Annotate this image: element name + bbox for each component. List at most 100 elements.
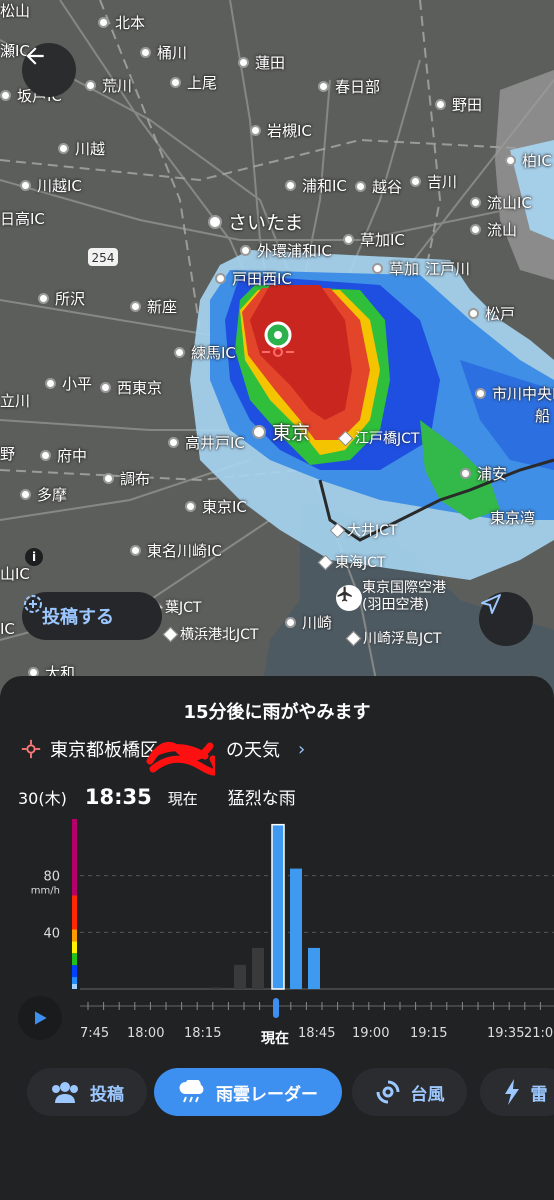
timeline-tick-label: 19:35 bbox=[487, 1026, 525, 1041]
map-place-label: 東京 bbox=[252, 418, 310, 445]
jct-name: 横浜港北JCT bbox=[180, 627, 259, 643]
map-place-label: 練馬IC bbox=[174, 342, 236, 363]
map-edge-label: 船 bbox=[535, 407, 551, 425]
place-name: 東京 bbox=[272, 422, 311, 444]
post-button[interactable]: 投稿する bbox=[22, 592, 162, 640]
place-name: 練馬IC bbox=[191, 344, 236, 362]
timeline-tick-label: 18:45 bbox=[298, 1026, 336, 1041]
jct-diamond-icon bbox=[337, 430, 354, 446]
place-name: 浦安 bbox=[477, 465, 508, 483]
map-place-label: 所沢 bbox=[38, 288, 85, 309]
map-edge-label: 立川 bbox=[0, 392, 31, 410]
map-place-label: 東名川崎IC bbox=[130, 540, 222, 561]
time-row: 30(木) 18:35 現在 猛烈な雨 bbox=[18, 784, 296, 809]
map-jct-label: 江戸橋JCT bbox=[337, 428, 419, 448]
jct-name: 大井JCT bbox=[347, 523, 398, 539]
arrow-left-icon bbox=[26, 47, 44, 65]
place-dot-icon bbox=[355, 181, 366, 192]
bottom-tabs: 投稿 雨雲レーダー 台風 雷 bbox=[0, 1068, 554, 1120]
place-dot-icon bbox=[505, 155, 516, 166]
map-place-label: 野田 bbox=[435, 94, 482, 115]
scale-segment bbox=[72, 983, 77, 989]
info-icon[interactable]: i bbox=[25, 548, 43, 566]
rain-bar bbox=[234, 964, 246, 989]
scale-segment bbox=[72, 941, 77, 954]
jct-diamond-icon bbox=[162, 626, 179, 642]
place-dot-icon bbox=[100, 382, 111, 393]
redaction-scribble bbox=[146, 741, 215, 776]
place-dot-icon bbox=[140, 47, 151, 58]
map-edge-label: IC bbox=[0, 620, 15, 638]
navigation-arrow-icon bbox=[481, 594, 501, 614]
map-place-label: 越谷 bbox=[355, 176, 402, 197]
rain-cloud-icon bbox=[178, 1080, 206, 1104]
place-dot-icon bbox=[208, 214, 222, 229]
current-location-button[interactable] bbox=[479, 592, 533, 646]
place-name: 外環浦和IC bbox=[257, 242, 332, 260]
chevron-right-icon: › bbox=[298, 738, 306, 760]
place-dot-icon bbox=[170, 77, 181, 88]
place-dot-icon bbox=[98, 17, 109, 28]
timeline-tick-label: 19:00 bbox=[352, 1026, 390, 1041]
map-place-label: 岩槻IC bbox=[250, 120, 312, 141]
map-place-label: 春日部 bbox=[318, 76, 380, 97]
timeline-tick-label: 現在 bbox=[261, 1031, 289, 1047]
place-dot-icon bbox=[130, 545, 141, 556]
map-place-label: 調布 bbox=[103, 468, 150, 489]
jct-name: 川崎浮島JCT bbox=[363, 631, 442, 647]
place-dot-icon bbox=[215, 273, 226, 284]
place-name: さいたま bbox=[228, 212, 304, 234]
tab-lightning[interactable]: 雷 bbox=[480, 1068, 554, 1116]
tab-label: 雨雲レーダー bbox=[216, 1084, 318, 1105]
map-place-label: 北本 bbox=[98, 12, 145, 33]
back-button[interactable] bbox=[22, 43, 76, 97]
place-name: 江戸川 bbox=[425, 260, 471, 278]
place-name: 高井戸IC bbox=[185, 434, 245, 452]
place-name: 岩槻IC bbox=[267, 122, 312, 140]
timeline-tick-label: 18:15 bbox=[184, 1026, 222, 1041]
people-icon bbox=[50, 1081, 80, 1103]
typhoon-icon bbox=[375, 1079, 401, 1105]
place-dot-icon bbox=[460, 468, 471, 479]
route-number: 254 bbox=[92, 251, 115, 265]
date-label: 30(木) bbox=[18, 789, 67, 808]
weather-bottom-sheet: 15分後に雨がやみます 東京都板橋区 の天気 › 30(木) 18:35 現在 … bbox=[0, 676, 554, 1200]
place-dot-icon bbox=[168, 437, 179, 448]
place-dot-icon bbox=[250, 125, 261, 136]
tab-typhoon[interactable]: 台風 bbox=[352, 1068, 467, 1116]
rain-radar-map[interactable]: 254 北本 桶川 荒川 上尾 蓮田 坂戸IC 春日部 野田 岩槻IC 川越 川越IC 浦和IC 越谷吉… bbox=[0, 0, 554, 700]
place-name: 蓮田 bbox=[255, 54, 286, 72]
place-dot-icon bbox=[185, 501, 196, 512]
map-place-label: 東京IC bbox=[185, 496, 247, 517]
place-name: 流山 bbox=[487, 221, 518, 239]
place-dot-icon bbox=[468, 308, 479, 319]
place-dot-icon bbox=[40, 450, 51, 461]
place-dot-icon bbox=[470, 224, 481, 235]
map-place-label: 桶川 bbox=[140, 42, 187, 63]
jct-name: 東海JCT bbox=[335, 555, 386, 571]
tab-rain-cloud[interactable]: 雨雲レーダー bbox=[154, 1068, 342, 1116]
map-jct-label: 横浜港北JCT bbox=[162, 624, 259, 644]
place-dot-icon bbox=[45, 378, 56, 389]
scale-segment bbox=[72, 819, 77, 896]
tab-people[interactable]: 投稿 bbox=[27, 1068, 147, 1116]
map-place-label: 高井戸IC bbox=[168, 432, 245, 453]
map-place-label: 流山IC bbox=[470, 192, 532, 213]
map-jct-label: 東海JCT bbox=[317, 552, 386, 572]
scale-segment bbox=[72, 977, 77, 984]
time-label: 18:35 bbox=[84, 785, 152, 809]
place-name: 草加IC bbox=[360, 231, 405, 249]
scale-segment bbox=[72, 965, 77, 978]
timeline-thumb bbox=[273, 998, 279, 1018]
map-place-label: 川越 bbox=[58, 138, 105, 159]
map-place-label: 外環浦和IC bbox=[240, 240, 332, 261]
post-button-label: 投稿する bbox=[42, 607, 114, 628]
jct-diamond-icon bbox=[345, 630, 362, 646]
place-dot-icon bbox=[343, 234, 354, 245]
place-dot-icon bbox=[475, 388, 486, 399]
map-place-label: 府中 bbox=[40, 445, 87, 466]
place-name: 多摩 bbox=[37, 486, 68, 504]
map-place-label: 浦安 bbox=[460, 463, 507, 484]
place-name: 川崎 bbox=[302, 614, 333, 632]
place-name: 戸田西IC bbox=[232, 270, 292, 288]
